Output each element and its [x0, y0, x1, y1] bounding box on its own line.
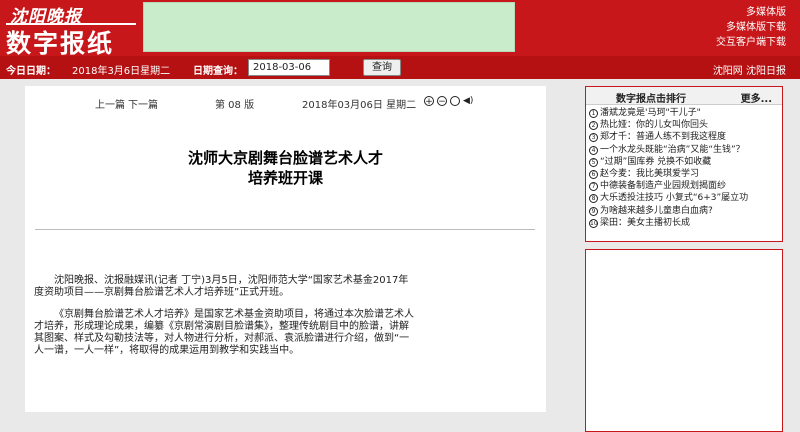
rank-number: 1	[589, 109, 598, 118]
text-controls: + − ◀)	[424, 96, 473, 107]
more-link[interactable]: 更多...	[741, 90, 772, 105]
header-links: 多媒体版 多媒体版下载 交互客户端下载	[716, 5, 786, 50]
article-panel: 上一篇 下一篇 第 08 版 2018年03月06日 星期二 + − ◀) 沈师…	[25, 86, 546, 412]
rank-number: 5	[589, 157, 598, 167]
rank-number: 4	[589, 145, 598, 155]
title-divider	[35, 229, 535, 230]
newspaper-logo[interactable]: 沈阳晚报 数字报纸	[6, 2, 138, 58]
ranking-item-text[interactable]: 潘斌龙竟是'马珂"干儿子"	[600, 108, 701, 118]
prev-article-link[interactable]: 上一篇	[95, 96, 125, 111]
ranking-item[interactable]: 1 潘斌龙竟是'马珂"干儿子"	[589, 107, 781, 119]
ranking-item[interactable]: 4 一个水龙头既能“治病”又能“生钱”？	[589, 144, 781, 156]
ranking-item[interactable]: 5 “过期”国库券 兑换不如收藏	[589, 156, 781, 168]
multimedia-download-link[interactable]: 多媒体版下载	[716, 20, 786, 35]
ranking-item-text[interactable]: 为啥越来越多儿童患白血病?	[600, 206, 713, 216]
article-date: 2018年03月06日 星期二	[302, 100, 417, 111]
article-title: 沈师大京剧舞台脸谱艺术人才 培养班开课	[25, 148, 546, 188]
today-value: 2018年3月6日星期二	[72, 66, 171, 77]
click-ranking-panel: 数字报点击排行 更多... 1 潘斌龙竟是'马珂"干儿子" 2 热比娅：你的儿女叫你…	[585, 86, 783, 242]
reset-size-icon[interactable]	[450, 96, 460, 106]
article-body: 沈阳晚报、沈报融媒讯(记者 丁宁)3月5日，沈阳师范大学“国家艺术基金2017年…	[34, 275, 414, 367]
title-line-2: 培养班开课	[247, 169, 323, 187]
paragraph-2: 《京剧舞台脸谱艺术人才培养》是国家艺术基金资助项目，将通过本次脸谱艺术人才培养，…	[34, 309, 414, 356]
ranking-item-text[interactable]: “过期”国库券 兑换不如收藏	[600, 157, 711, 167]
ranking-item[interactable]: 10 梁田：美女主播初长成	[589, 217, 781, 229]
rank-number: 3	[589, 133, 598, 143]
masthead: 沈阳晚报 数字报纸 多媒体版 多媒体版下载 交互客户端下载	[0, 0, 800, 58]
ranking-item[interactable]: 9 为啥越来越多儿童患白血病?	[589, 205, 781, 217]
logo-subtitle: 数字报纸	[6, 29, 115, 58]
ranking-item[interactable]: 2 热比娅：你的儿女叫你回头	[589, 119, 781, 131]
ranking-item[interactable]: 6 赵今麦：我比美琪爱学习	[589, 168, 781, 180]
ranking-item[interactable]: 7 中德装备制造产业园规划揭面纱	[589, 180, 781, 192]
ranking-list: 1 潘斌龙竟是'马珂"干儿子" 2 热比娅：你的儿女叫你回头 3 郑才千：普通人练不到…	[589, 107, 781, 229]
side-content-box	[585, 249, 783, 432]
ranking-item-text[interactable]: 郑才千：普通人练不到我这程度	[600, 132, 726, 142]
rank-number: 7	[589, 182, 598, 192]
query-button[interactable]: 查询	[363, 59, 401, 76]
ranking-title: 数字报点击排行	[616, 94, 686, 105]
rank-number: 8	[589, 194, 598, 204]
date-query-input[interactable]: 2018-03-06	[248, 59, 330, 76]
rank-number: 10	[589, 218, 598, 228]
ranking-item-text[interactable]: 热比娅：你的儿女叫你回头	[600, 120, 708, 130]
paragraph-1: 沈阳晚报、沈报融媒讯(记者 丁宁)3月5日，沈阳师范大学“国家艺术基金2017年…	[34, 275, 409, 298]
rank-number: 6	[589, 170, 598, 180]
zoom-in-icon[interactable]: +	[424, 96, 434, 107]
rank-number: 9	[589, 206, 598, 216]
rank-number: 2	[589, 121, 598, 131]
speaker-icon[interactable]: ◀)	[463, 96, 473, 106]
next-article-link[interactable]: 下一篇	[128, 96, 158, 111]
ad-banner[interactable]	[143, 2, 515, 52]
title-line-1: 沈师大京剧舞台脸谱艺术人才	[187, 149, 383, 167]
ranking-item-text[interactable]: 中德装备制造产业园规划揭面纱	[600, 181, 726, 191]
ranking-item-text[interactable]: 赵今麦：我比美琪爱学习	[600, 169, 699, 179]
ranking-item-text[interactable]: 一个水龙头既能“治病”又能“生钱”？	[600, 145, 745, 155]
ranking-item-text[interactable]: 大乐透投注技巧 小复式“6+3”屡立功	[600, 193, 748, 203]
ranking-header: 数字报点击排行 更多...	[586, 87, 782, 105]
ranking-item[interactable]: 8 大乐透投注技巧 小复式“6+3”屡立功	[589, 192, 781, 204]
multimedia-link[interactable]: 多媒体版	[716, 5, 786, 20]
site-links[interactable]: 沈阳网 沈阳日报	[713, 62, 786, 77]
date-bar: 今日日期： 2018年3月6日星期二 日期查询： 2018-03-06 查询 沈…	[0, 56, 800, 79]
ranking-item-text[interactable]: 梁田：美女主播初长成	[600, 218, 690, 228]
ranking-item[interactable]: 3 郑才千：普通人练不到我这程度	[589, 131, 781, 143]
zoom-out-icon[interactable]: −	[437, 96, 447, 107]
query-label: 日期查询：	[193, 66, 243, 77]
today-label: 今日日期：	[6, 66, 56, 77]
page-number: 第 08 版	[215, 100, 255, 111]
client-download-link[interactable]: 交互客户端下载	[716, 35, 786, 50]
